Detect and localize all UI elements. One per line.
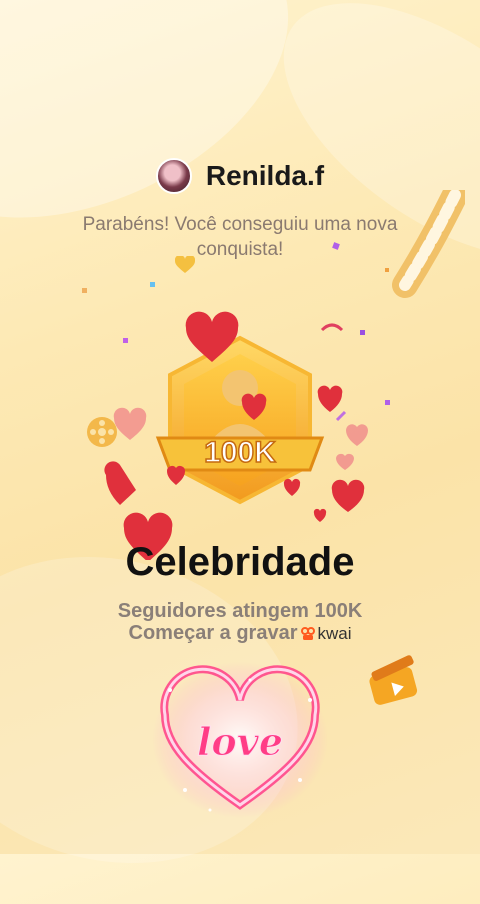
- love-heart-sticker: love: [152, 662, 328, 818]
- kwai-brand: kwai: [301, 623, 352, 644]
- hearts-decoration: [104, 311, 368, 560]
- kwai-brand-label: kwai: [317, 623, 352, 643]
- congrats-message: Parabéns! Você conseguiu uma nova conqui…: [82, 214, 398, 260]
- avatar[interactable]: [155, 158, 192, 194]
- heart-icon: [175, 256, 195, 273]
- kwai-logo-icon: [301, 626, 316, 640]
- record-cta[interactable]: Começar a gravar: [129, 622, 298, 645]
- clapperboard-icon: [369, 655, 418, 705]
- achievement-title: Celebridade: [125, 540, 355, 584]
- username[interactable]: Renilda.f: [206, 160, 324, 192]
- record-cta-row[interactable]: Começar a gravar kwai: [0, 622, 480, 645]
- achievement-description: Seguidores atingem 100K: [117, 600, 363, 622]
- user-row: Renilda.f: [0, 158, 480, 194]
- love-text: love: [197, 719, 283, 764]
